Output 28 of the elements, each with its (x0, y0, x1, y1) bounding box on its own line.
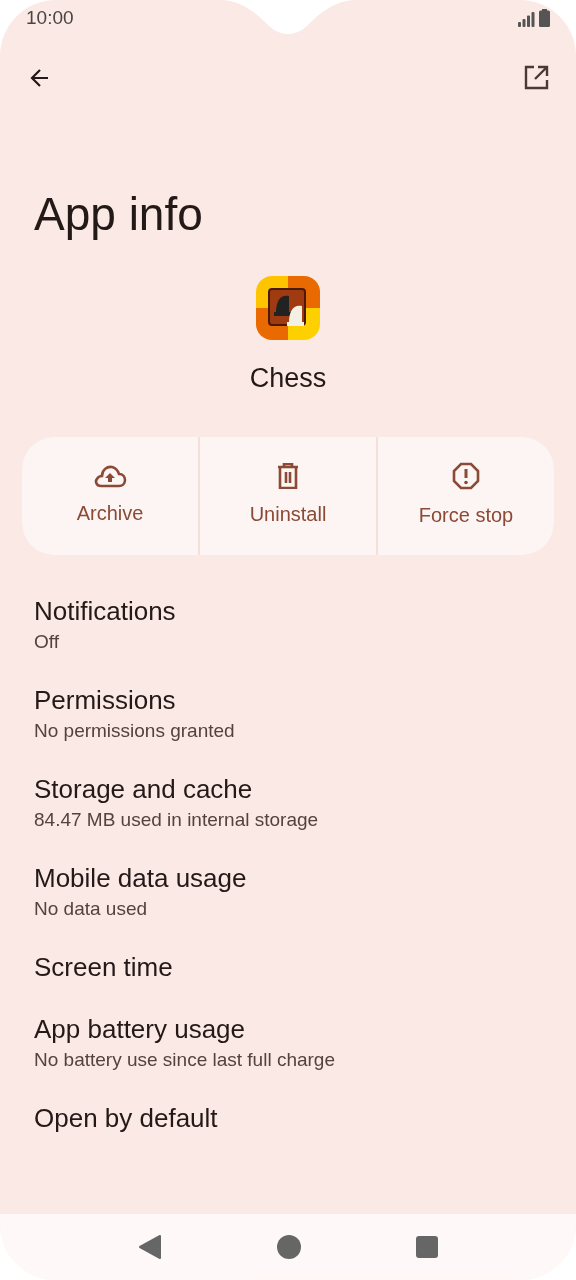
action-button[interactable]: Uninstall (200, 436, 376, 555)
back-nav-button[interactable] (137, 1234, 162, 1260)
cloud-upload-icon (93, 463, 127, 488)
setting-title[interactable]: Storage and cache (34, 772, 542, 805)
alert-octagon-icon (452, 461, 480, 490)
setting-title[interactable]: Screen time (34, 950, 542, 983)
setting-title[interactable]: Open by default (34, 1101, 542, 1134)
setting-summary: 84.47 MB used in internal storage (34, 807, 320, 832)
clock: 10:00 (26, 5, 74, 30)
setting-summary: No battery use since last full charge (34, 1047, 336, 1072)
app-name: Chess (249, 362, 327, 395)
setting-title[interactable]: Notifications (34, 594, 542, 627)
setting-title[interactable]: Permissions (34, 683, 542, 716)
battery-icon (539, 9, 550, 27)
signal-icon (518, 12, 535, 27)
recents-nav-button[interactable] (416, 1236, 439, 1258)
trash-icon (276, 462, 300, 489)
setting-title[interactable]: Mobile data usage (34, 861, 542, 894)
action-button[interactable]: Archive (22, 436, 198, 555)
setting-summary: Off (34, 629, 60, 654)
setting-title[interactable]: App battery usage (34, 1012, 542, 1045)
setting-summary: No permissions granted (34, 718, 236, 743)
page-title: App info (33, 187, 204, 242)
setting-summary: No data used (34, 896, 149, 921)
action-button[interactable]: Force stop (378, 436, 554, 555)
open-external-button[interactable] (522, 64, 550, 92)
home-nav-button[interactable] (277, 1235, 301, 1259)
app-icon (256, 276, 320, 340)
